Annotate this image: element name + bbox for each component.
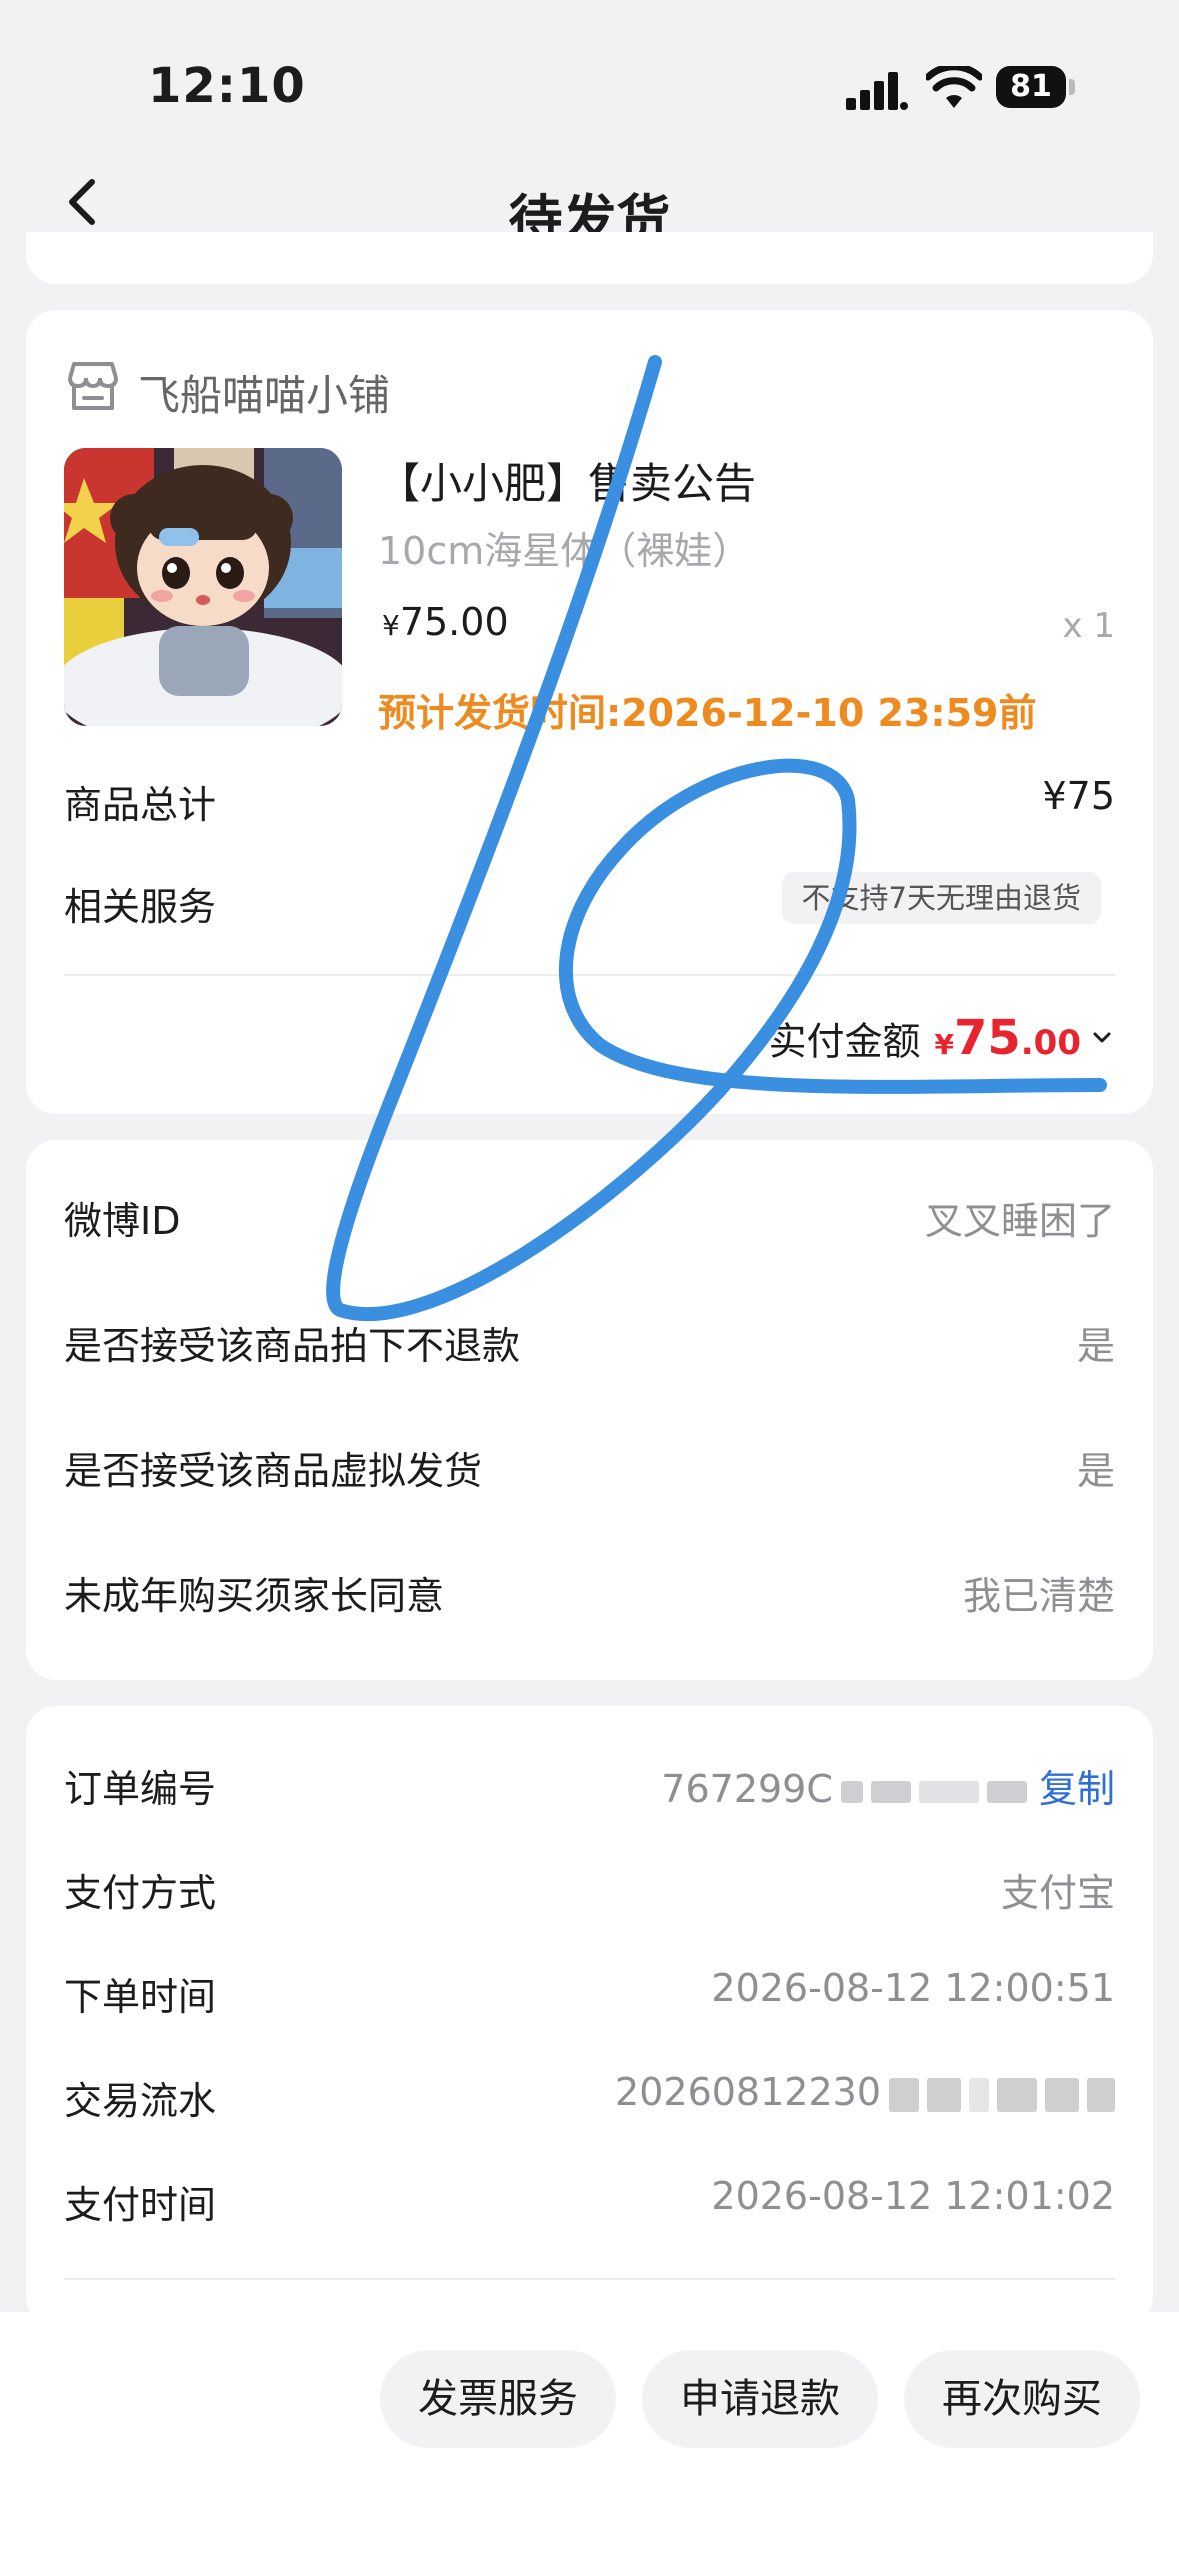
total-label: 商品总计 bbox=[64, 783, 217, 827]
product-price: ¥75.00 bbox=[382, 600, 509, 644]
divider bbox=[64, 2278, 1115, 2280]
order-time-label: 下单时间 bbox=[64, 1975, 217, 2019]
order-number-row: 767299C 复制 bbox=[661, 1758, 1115, 1813]
pay-method-value: 支付宝 bbox=[1000, 1871, 1115, 1915]
product-thumbnail[interactable] bbox=[64, 448, 342, 726]
chevron-down-icon[interactable] bbox=[1089, 1025, 1115, 1051]
transaction-label: 交易流水 bbox=[64, 2079, 217, 2123]
info-value-minor-consent: 我已清楚 bbox=[962, 1574, 1115, 1618]
paid-decimal: .00 bbox=[1020, 1023, 1081, 1063]
battery-icon: 81 bbox=[996, 66, 1076, 110]
info-label-minor-consent: 未成年购买须家长同意 bbox=[64, 1574, 445, 1618]
shop-name: 飞船喵喵小铺 bbox=[138, 371, 391, 420]
order-number-value: 767299C bbox=[661, 1767, 833, 1811]
order-time-value: 2026-08-12 12:00:51 bbox=[711, 1966, 1115, 2010]
info-label-weibo: 微博ID bbox=[64, 1199, 181, 1243]
info-value-no-refund: 是 bbox=[1076, 1324, 1115, 1368]
pay-method-label: 支付方式 bbox=[64, 1871, 217, 1915]
divider bbox=[64, 974, 1115, 976]
total-value: ¥75 bbox=[1042, 774, 1115, 818]
pay-time-label: 支付时间 bbox=[64, 2183, 217, 2227]
info-label-virtual-ship: 是否接受该商品虚拟发货 bbox=[64, 1449, 483, 1493]
paid-amount-row[interactable]: 实付金额 ¥75.00 bbox=[768, 1010, 1115, 1070]
wifi-icon bbox=[926, 66, 982, 108]
transaction-row: 20260812230 bbox=[615, 2070, 1115, 2114]
service-badge: 不支持7天无理由退货 bbox=[781, 872, 1101, 924]
product-spec: 10cm海星体（裸娃） bbox=[378, 529, 751, 573]
pay-time-value: 2026-08-12 12:01:02 bbox=[711, 2174, 1115, 2218]
battery-level: 81 bbox=[996, 66, 1066, 108]
paid-integer: 75 bbox=[953, 1010, 1021, 1066]
status-time: 12:10 bbox=[148, 58, 306, 114]
product-quantity: x 1 bbox=[1062, 606, 1115, 646]
price-amount: 75.00 bbox=[399, 600, 509, 644]
bottom-action-bar: 发票服务 申请退款 再次购买 bbox=[0, 2312, 1179, 2556]
service-label: 相关服务 bbox=[64, 885, 217, 929]
info-label-no-refund: 是否接受该商品拍下不退款 bbox=[64, 1324, 521, 1368]
buy-again-button[interactable]: 再次购买 bbox=[904, 2350, 1140, 2448]
cellular-signal-icon bbox=[846, 72, 908, 110]
info-value-virtual-ship: 是 bbox=[1076, 1449, 1115, 1493]
order-detail-card: 订单编号 767299C 复制 支付方式 支付宝 下单时间 2026-08-12… bbox=[26, 1706, 1153, 2326]
info-value-weibo: 叉叉睡困了 bbox=[924, 1199, 1115, 1243]
buyer-info-card: 微博ID 叉叉睡困了 是否接受该商品拍下不退款 是 是否接受该商品虚拟发货 是 … bbox=[26, 1140, 1153, 1680]
paid-currency: ¥ bbox=[934, 1028, 954, 1061]
shop-icon bbox=[68, 362, 118, 410]
price-currency: ¥ bbox=[382, 609, 400, 642]
estimated-ship-time: 预计发货时间:2026-12-10 23:59前 bbox=[378, 691, 1037, 735]
transaction-value: 20260812230 bbox=[615, 2070, 881, 2114]
invoice-service-button[interactable]: 发票服务 bbox=[380, 2350, 616, 2448]
order-number-label: 订单编号 bbox=[64, 1767, 217, 1811]
paid-label: 实付金额 bbox=[768, 1019, 921, 1064]
copy-order-number-button[interactable]: 复制 bbox=[1039, 1767, 1115, 1811]
paid-amount: ¥75.00 bbox=[934, 1010, 1081, 1066]
status-card-edge bbox=[26, 232, 1153, 284]
product-card: 飞船喵喵小铺 【小小肥】售卖公告 10cm海星体（裸娃） ¥75.00 x 1 … bbox=[26, 310, 1153, 1114]
apply-refund-button[interactable]: 申请退款 bbox=[642, 2350, 878, 2448]
product-title[interactable]: 【小小肥】售卖公告 bbox=[378, 450, 756, 511]
status-bar: 12:10 81 bbox=[0, 0, 1179, 150]
